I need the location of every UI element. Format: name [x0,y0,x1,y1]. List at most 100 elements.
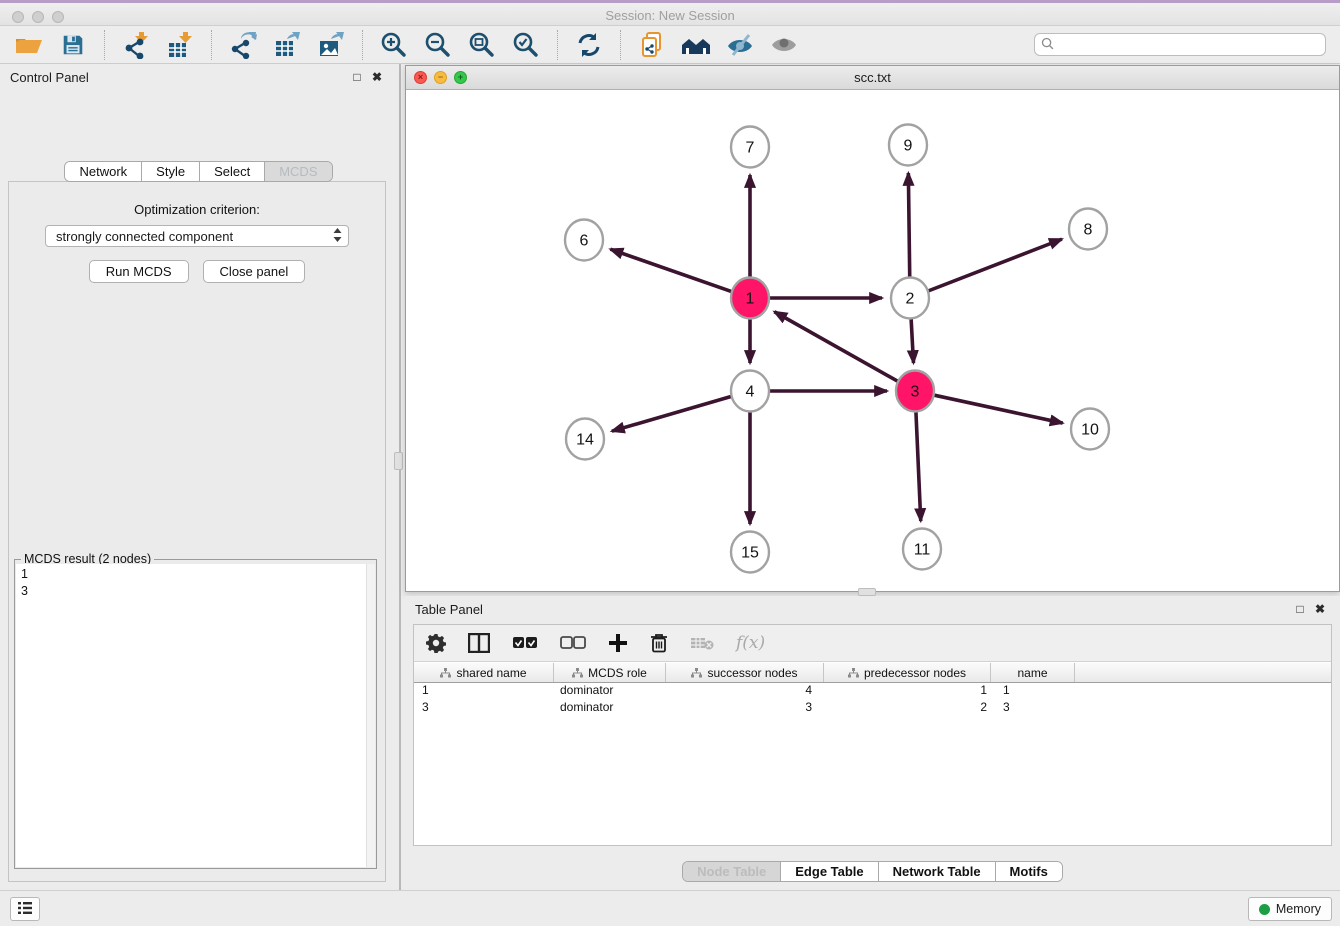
close-panel-icon[interactable]: ✖ [367,70,387,84]
hierarchy-icon [691,668,702,678]
main-toolbar [0,26,1340,64]
table-cell[interactable]: 1 [414,683,554,700]
column-header-name[interactable]: name [991,663,1075,682]
splitter-handle-vertical[interactable] [394,452,403,470]
network-window-title: scc.txt [406,70,1339,85]
deselect-all-icon[interactable] [560,630,586,656]
export-table-icon[interactable] [268,29,306,61]
close-panel-button[interactable]: Close panel [203,260,306,283]
tab-node-table[interactable]: Node Table [683,862,781,881]
zoom-selected-icon[interactable] [507,29,545,61]
delete-icon[interactable] [650,630,668,656]
toolbar-separator [211,30,212,60]
columns-icon[interactable] [468,630,490,656]
table-cell[interactable]: dominator [554,700,666,717]
refresh-icon[interactable] [570,29,608,61]
gear-icon[interactable] [426,630,446,656]
graph-edge-3-10[interactable] [933,395,1063,423]
toolbar-separator [362,30,363,60]
table-row[interactable]: 3dominator323 [414,700,1331,717]
network-overview-icon[interactable] [633,29,671,61]
graph-node-3[interactable]: 3 [896,371,934,412]
table-panel-title: Table Panel [415,602,483,617]
first-neighbors-icon[interactable] [677,29,715,61]
table-cell[interactable]: 3 [414,700,554,717]
hide-selected-icon[interactable] [721,29,759,61]
graph-node-11[interactable]: 11 [903,529,941,570]
criterion-select[interactable]: strongly connected component [45,225,349,247]
column-header-successor-nodes[interactable]: successor nodes [666,663,824,682]
zoom-out-icon[interactable] [419,29,457,61]
table-row[interactable]: 1dominator411 [414,683,1331,700]
save-session-icon[interactable] [54,29,92,61]
graph-node-9[interactable]: 9 [889,125,927,166]
graph-node-4[interactable]: 4 [731,371,769,412]
app-titlebar: Session: New Session [0,0,1340,26]
float-table-panel-icon[interactable]: □ [1290,602,1310,616]
graph-node-14[interactable]: 14 [566,419,604,460]
table-cell[interactable]: 4 [666,683,824,700]
graph-edge-2-9[interactable] [908,173,909,280]
tab-motifs[interactable]: Motifs [996,862,1062,881]
open-session-icon[interactable] [10,29,48,61]
export-image-icon[interactable] [312,29,350,61]
svg-text:4: 4 [746,384,755,401]
network-canvas[interactable]: 1 2 3 4 6 7 8 9 10 11 14 15 [406,90,1339,591]
status-bar: Memory [0,890,1340,926]
add-icon[interactable] [608,630,628,656]
table-tabs: Node Table Edge Table Network Table Moti… [405,861,1340,882]
table-cell[interactable]: 3 [991,700,1075,717]
network-window-titlebar[interactable]: × − + scc.txt [406,66,1339,90]
search-field[interactable] [1034,33,1326,56]
graph-node-15[interactable]: 15 [731,532,769,573]
delete-column-icon[interactable] [690,630,714,656]
import-table-icon[interactable] [161,29,199,61]
svg-text:9: 9 [904,138,913,155]
graph-edge-1-6[interactable] [610,249,733,292]
zoom-fit-icon[interactable] [463,29,501,61]
task-history-button[interactable] [10,897,40,921]
table-cell[interactable]: 1 [824,683,991,700]
column-header-predecessor-nodes[interactable]: predecessor nodes [824,663,991,682]
search-input[interactable] [1058,38,1319,52]
select-all-icon[interactable] [512,630,538,656]
graph-edge-2-3[interactable] [911,316,914,363]
column-header-MCDS-role[interactable]: MCDS role [554,663,666,682]
splitter-handle-horizontal[interactable] [858,588,876,596]
graph-edge-3-11[interactable] [916,409,921,521]
result-scrollbar[interactable] [366,564,375,867]
tab-style[interactable]: Style [142,162,200,181]
graph-node-8[interactable]: 8 [1069,209,1107,250]
import-network-icon[interactable] [117,29,155,61]
tab-network-table[interactable]: Network Table [879,862,996,881]
table-cell[interactable]: 2 [824,700,991,717]
tab-network[interactable]: Network [65,162,142,181]
graph-edge-3-1[interactable] [774,312,899,382]
show-all-icon[interactable] [765,29,803,61]
export-network-icon[interactable] [224,29,262,61]
float-panel-icon[interactable]: □ [347,70,367,84]
graph-edge-4-14[interactable] [612,396,733,431]
tab-select[interactable]: Select [200,162,265,181]
table-header-row: shared nameMCDS rolesuccessor nodesprede… [414,663,1331,683]
mcds-result-text[interactable]: 1 3 [16,564,375,867]
column-header-shared-name[interactable]: shared name [414,663,554,682]
tab-mcds[interactable]: MCDS [265,162,331,181]
graph-node-2[interactable]: 2 [891,278,929,319]
graph-node-6[interactable]: 6 [565,220,603,261]
table-cell[interactable]: dominator [554,683,666,700]
table-cell[interactable]: 3 [666,700,824,717]
graph-node-7[interactable]: 7 [731,127,769,168]
memory-button[interactable]: Memory [1248,897,1332,921]
close-table-panel-icon[interactable]: ✖ [1310,602,1330,616]
tab-edge-table[interactable]: Edge Table [781,862,878,881]
table-cell[interactable]: 1 [991,683,1075,700]
network-graph: 1 2 3 4 6 7 8 9 10 11 14 15 [406,90,1339,591]
svg-text:1: 1 [746,291,755,308]
run-mcds-button[interactable]: Run MCDS [89,260,189,283]
graph-edge-2-8[interactable] [927,239,1062,291]
graph-node-1[interactable]: 1 [731,278,769,319]
function-builder-icon[interactable]: f(x) [736,630,765,656]
zoom-in-icon[interactable] [375,29,413,61]
graph-node-10[interactable]: 10 [1071,409,1109,450]
